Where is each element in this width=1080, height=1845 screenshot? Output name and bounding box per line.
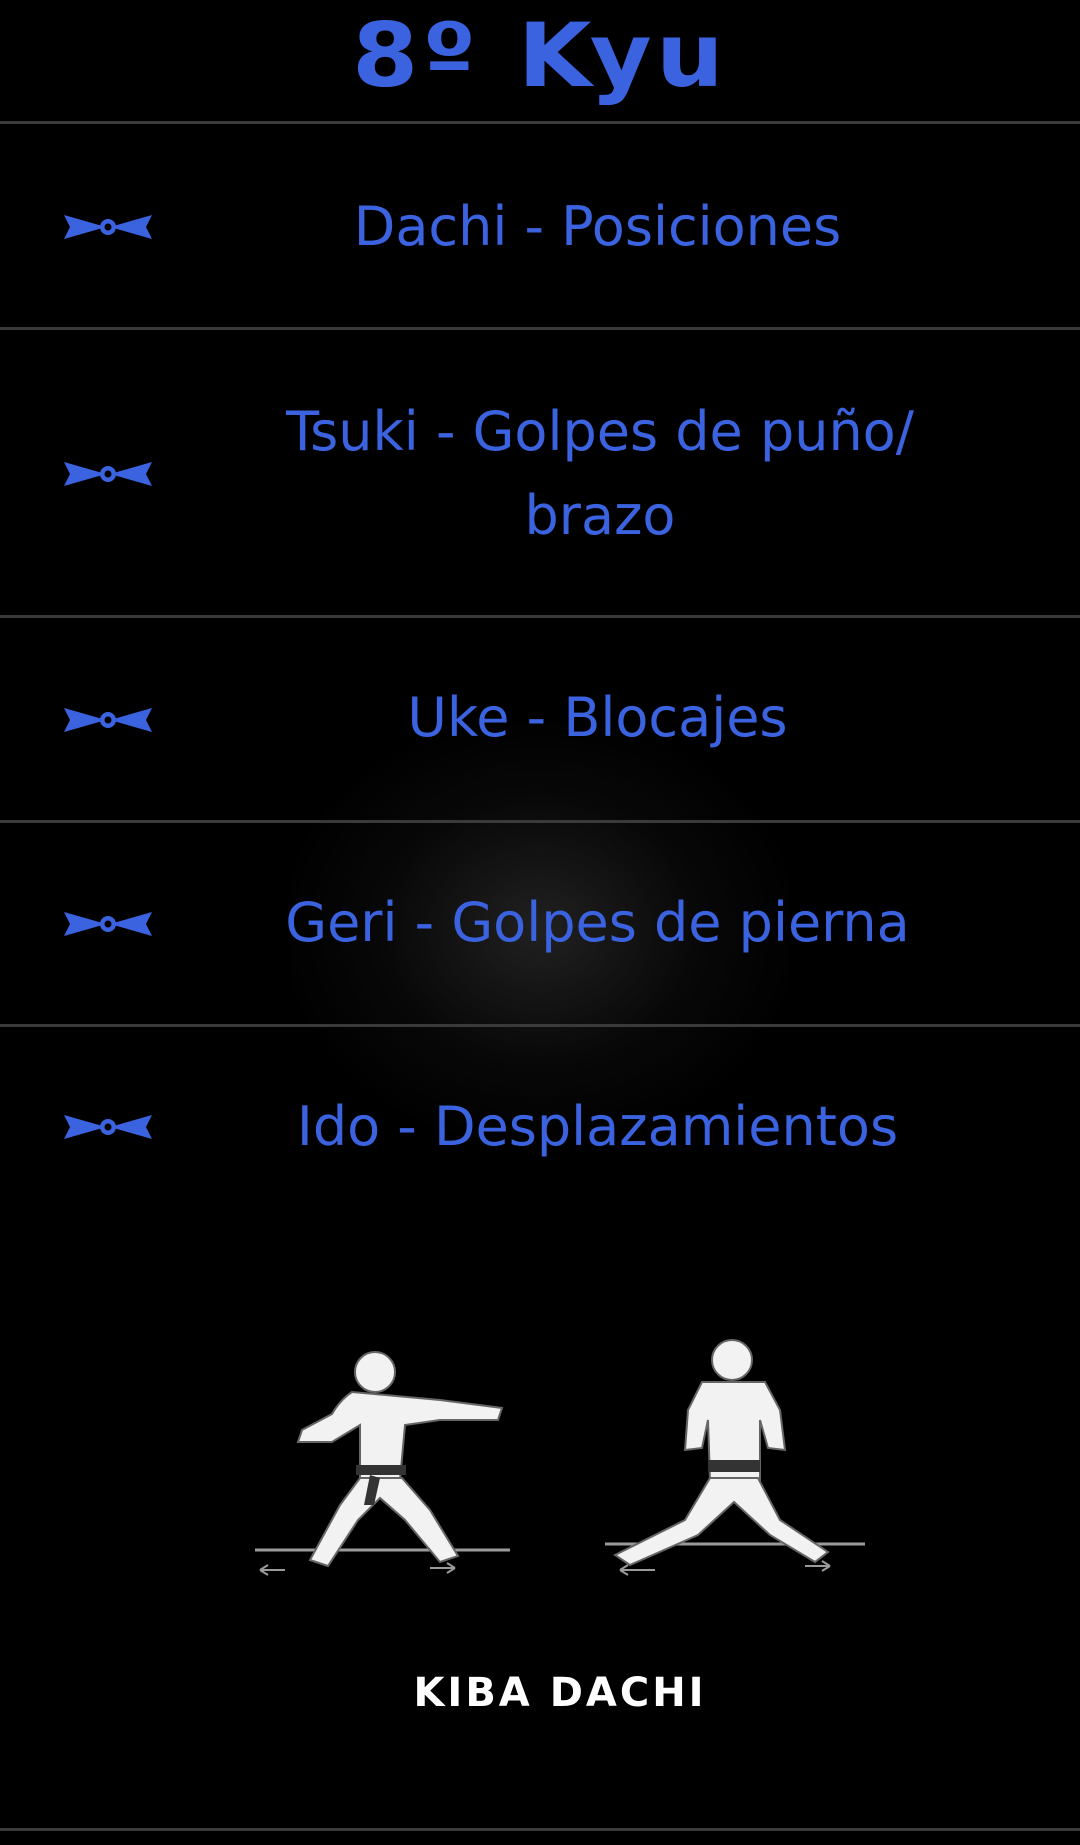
belt-icon xyxy=(64,708,152,732)
menu-item-label: Geri - Golpes de pierna xyxy=(285,891,910,954)
bottom-divider xyxy=(0,1828,1080,1831)
belt-icon xyxy=(64,215,152,239)
menu-item-label: Ido - Desplazamientos xyxy=(296,1095,899,1158)
menu-item-uke[interactable]: Uke - Blocajes xyxy=(0,618,1080,823)
menu-item-geri[interactable]: Geri - Golpes de pierna xyxy=(0,823,1080,1027)
menu-item-label: Uke - Blocajes xyxy=(407,686,788,749)
menu-item-label: Dachi - Posiciones xyxy=(353,195,842,258)
belt-icon xyxy=(64,1115,152,1139)
illustration-caption: KIBA DACHI xyxy=(413,1670,707,1716)
belt-icon xyxy=(64,462,152,486)
menu-item-label: Tsuki - Golpes de puño/ brazo xyxy=(286,400,914,547)
menu-item-tsuki[interactable]: Tsuki - Golpes de puño/ brazo xyxy=(0,330,1080,618)
belt-icon xyxy=(64,912,152,936)
menu-item-ido[interactable]: Ido - Desplazamientos xyxy=(0,1027,1080,1227)
page-title: 8º Kyu xyxy=(352,4,728,107)
menu-item-dachi[interactable]: Dachi - Posiciones xyxy=(0,124,1080,330)
page-header: 8º Kyu xyxy=(0,0,1080,124)
